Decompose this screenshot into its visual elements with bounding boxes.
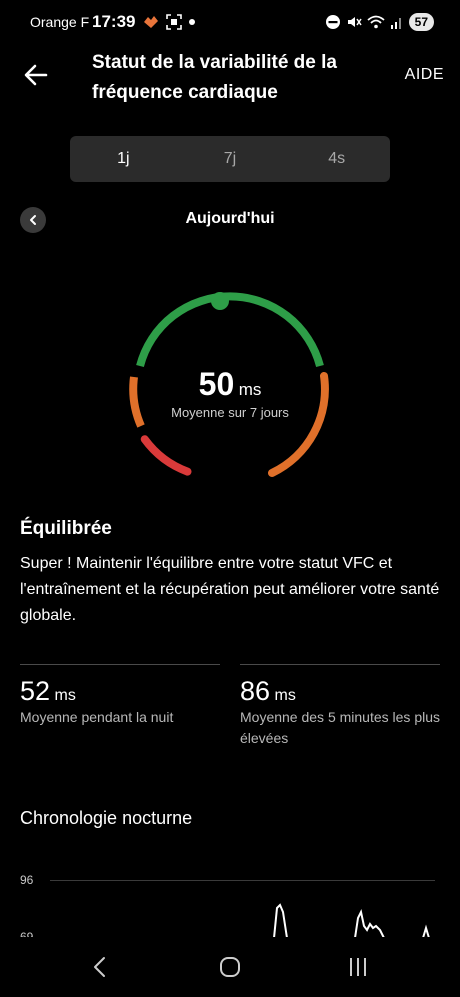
previous-day-button[interactable] [20, 207, 46, 233]
chevron-left-icon [94, 957, 105, 977]
tab-1-day[interactable]: 1j [70, 136, 177, 182]
gauge-value: 50 ms [130, 366, 330, 403]
gauge-number: 50 [198, 366, 235, 402]
battery-indicator: 57 [408, 13, 434, 31]
gauge-segment-balanced [136, 292, 324, 368]
clock: 17:39 [92, 12, 136, 31]
gauge-marker [211, 292, 229, 310]
wifi-icon [367, 15, 385, 29]
top-5min-label: Moyenne des 5 minutes les plus élevées [240, 709, 440, 746]
night-average-value: 52 ms [20, 676, 76, 707]
system-icons: 57 [325, 11, 434, 33]
stat-number: 52 [20, 676, 51, 706]
status-description: Super ! Maintenir l'équilibre entre votr… [20, 555, 440, 624]
tab-7-days[interactable]: 7j [177, 136, 284, 182]
stat-unit: ms [54, 687, 76, 704]
chart-spike [354, 909, 385, 939]
gauge-unit: ms [238, 380, 262, 399]
stat-unit: ms [274, 687, 296, 704]
dot-icon [189, 19, 195, 25]
back-button[interactable] [22, 62, 50, 88]
recents-icon [350, 958, 366, 976]
system-nav-bar [0, 937, 460, 997]
stat-divider [240, 664, 440, 665]
screenshot-icon [166, 14, 182, 30]
top-5min-value: 86 ms [240, 676, 296, 707]
signal-icon [390, 18, 401, 29]
status-title: Équilibrée [20, 518, 112, 539]
status-bar: Orange F 17:39 57 [0, 0, 460, 44]
page-title: Statut de la variabilité de la fréquence… [92, 52, 337, 103]
home-icon [220, 957, 240, 977]
app-notification-icon [144, 16, 158, 28]
notification-icons [142, 12, 196, 32]
nav-home-button[interactable] [210, 951, 250, 983]
nocturnal-chart [273, 903, 430, 939]
chronology-title: Chronologie nocturne [20, 808, 193, 828]
stat-divider [20, 664, 220, 665]
gauge-segment-low [140, 435, 192, 476]
tab-4-weeks[interactable]: 4s [283, 136, 390, 182]
stat-number: 86 [240, 676, 271, 706]
range-selector: 1j 7j 4s [70, 136, 390, 182]
date-label: Aujourd'hui [185, 210, 275, 227]
chevron-left-icon [30, 215, 36, 225]
do-not-disturb-icon [325, 15, 340, 29]
gauge-subtitle: Moyenne sur 7 jours [171, 405, 289, 420]
carrier-label: Orange F [30, 14, 90, 30]
help-button[interactable]: AIDE [405, 66, 444, 84]
arrow-left-icon [24, 64, 48, 86]
mute-icon [347, 17, 362, 27]
night-average-label: Moyenne pendant la nuit [20, 709, 174, 725]
chart-spike [273, 903, 288, 939]
nav-recents-button[interactable] [338, 951, 378, 983]
nav-back-button[interactable] [80, 951, 120, 983]
